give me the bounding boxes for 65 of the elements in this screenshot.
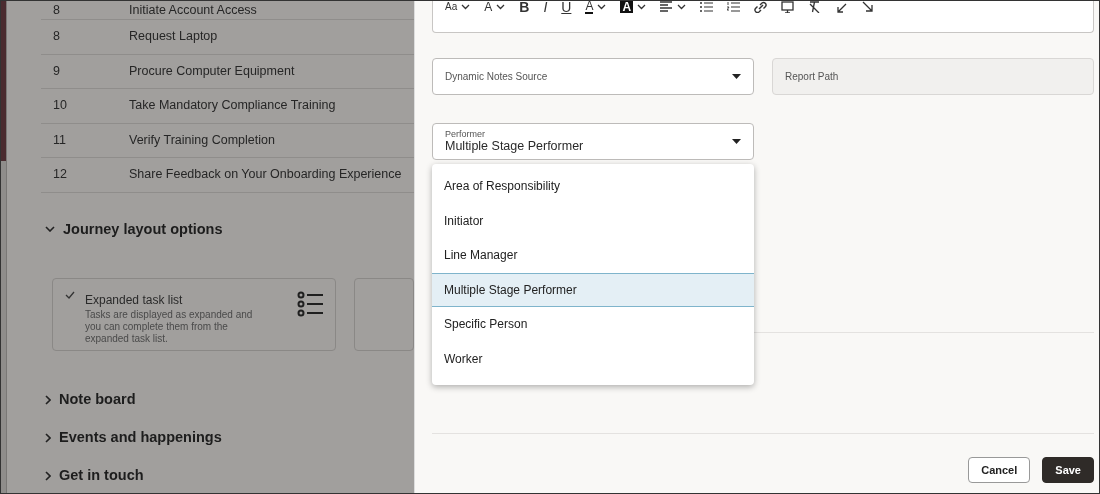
dropdown-option[interactable]: Multiple Stage Performer <box>432 272 754 307</box>
text-editor[interactable]: Aa A B I U A A <box>432 1 1094 33</box>
size-button[interactable]: A <box>484 1 493 13</box>
option-description: Tasks are displayed as expanded and you can complete them from the expanded task list. <box>85 309 254 346</box>
dropdown-field[interactable]: Dynamic Notes Source <box>432 58 754 95</box>
align-left-icon[interactable] <box>660 1 674 13</box>
chevron-down-icon[interactable] <box>597 4 607 10</box>
option-title: Expanded task list <box>85 292 184 310</box>
dropdown-option[interactable]: Specific Person <box>432 307 754 342</box>
clear-format-icon[interactable] <box>808 1 822 13</box>
section-title: Get in touch <box>59 465 144 485</box>
numbered-list-icon[interactable] <box>727 1 741 13</box>
task-name[interactable]: Share Feedback on Your Onboarding Experience <box>129 165 402 185</box>
chevron-down-icon <box>45 226 55 233</box>
chevron-right-icon <box>45 470 51 481</box>
field-label: Performer <box>445 129 486 140</box>
text-field: Report Path <box>772 58 1094 95</box>
bulleted-list-icon[interactable] <box>700 1 714 13</box>
layout-option-card[interactable]: Expanded task list Tasks are displayed as expanded and you can complete them from the expanded task list. <box>52 278 336 352</box>
diagonal-arrow-icon[interactable] <box>835 1 849 13</box>
caret-down-icon <box>732 139 741 144</box>
chevron-right-icon <box>45 395 51 406</box>
task-number: 12 <box>52 166 68 184</box>
task-number: 10 <box>52 97 68 115</box>
font-button[interactable]: Aa <box>445 2 458 12</box>
dropdown-option[interactable]: Initiator <box>432 203 754 238</box>
bulleted-list-icon <box>297 291 323 318</box>
diagonal-arrow-icon[interactable] <box>862 1 876 13</box>
underline-button[interactable]: U <box>561 1 572 14</box>
chevron-down-icon[interactable] <box>461 4 471 10</box>
caret-down-icon <box>732 74 741 79</box>
task-name[interactable]: Take Mandatory Compliance Training <box>129 96 336 116</box>
dropdown-option[interactable]: Line Manager <box>432 238 754 273</box>
highlight-button[interactable]: A <box>620 1 634 13</box>
color-button[interactable]: A <box>585 1 594 14</box>
section-header[interactable]: Journey layout options <box>41 218 414 241</box>
monitor-icon[interactable] <box>781 1 795 13</box>
task-name[interactable]: Request Laptop <box>129 27 218 47</box>
save-button[interactable]: Save <box>1042 457 1094 483</box>
chevron-down-icon[interactable] <box>496 4 506 10</box>
field-value: Multiple Stage Performer <box>445 139 585 154</box>
task-number: 9 <box>52 62 61 80</box>
italic-button[interactable]: I <box>543 1 548 14</box>
check-icon <box>65 291 75 300</box>
section-title: Events and happenings <box>59 428 222 447</box>
task-number: 8 <box>52 1 61 19</box>
task-name[interactable]: Procure Computer Equipment <box>129 61 295 81</box>
link-icon[interactable] <box>754 1 768 13</box>
bold-button[interactable]: B <box>519 1 530 14</box>
chevron-right-icon <box>45 432 51 443</box>
section-title: Note board <box>59 390 136 410</box>
task-name[interactable]: Verify Training Completion <box>129 130 275 150</box>
dropdown-field[interactable]: Performer Multiple Stage Performer <box>432 123 754 160</box>
task-number: 11 <box>52 131 67 149</box>
chevron-down-icon[interactable] <box>637 4 647 10</box>
section-header[interactable]: Events and happenings <box>41 427 414 449</box>
task-name[interactable]: Initiate Account Access <box>129 1 257 20</box>
dropdown-option[interactable]: Area of Responsibility <box>432 169 754 204</box>
cancel-button[interactable]: Cancel <box>968 457 1031 483</box>
task-number: 8 <box>52 28 61 46</box>
section-header[interactable]: Note board <box>41 389 414 411</box>
section-title: Journey layout options <box>63 219 223 239</box>
section-header[interactable]: Get in touch <box>41 464 414 487</box>
chevron-down-icon[interactable] <box>677 4 687 10</box>
dropdown-option[interactable]: Worker <box>432 341 754 376</box>
